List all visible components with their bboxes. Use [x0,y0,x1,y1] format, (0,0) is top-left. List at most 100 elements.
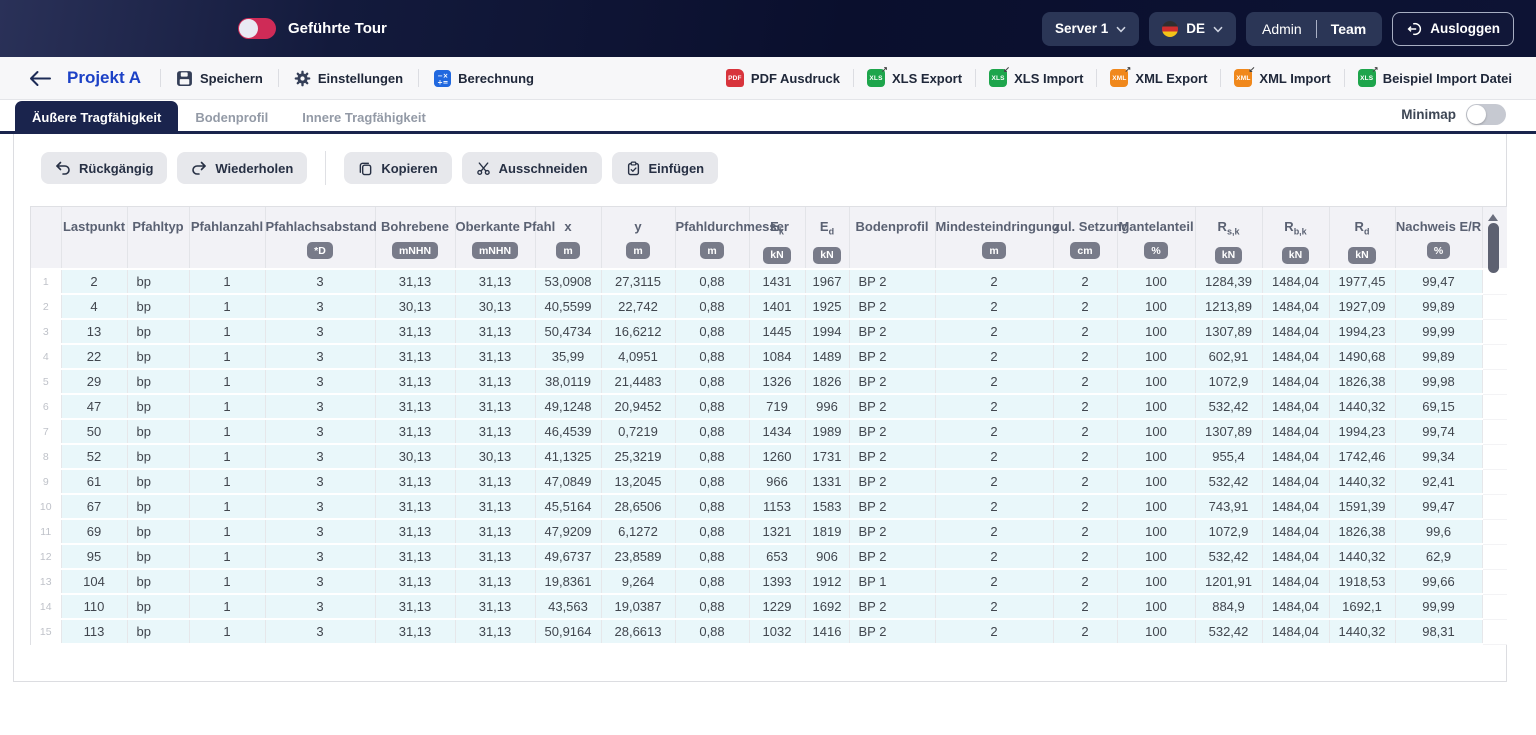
cell-pfahldurchmesser[interactable]: 0,88 [675,319,749,344]
tab-aeussere-tragfaehigkeit[interactable]: Äußere Tragfähigkeit [15,101,178,134]
cell-bohrebene[interactable]: 31,13 [375,344,455,369]
cell-rsk[interactable]: 1307,89 [1195,319,1262,344]
cell-rbk[interactable]: 1484,04 [1262,569,1329,594]
column-header-bohrebene[interactable]: BohrebenemNHN [375,207,455,269]
cell-y[interactable]: 20,9452 [601,394,675,419]
cell-mindesteindringung[interactable]: 2 [935,619,1053,644]
cell-x[interactable]: 49,6737 [535,544,601,569]
cell-ek[interactable]: 1321 [749,519,805,544]
cell-pfahldurchmesser[interactable]: 0,88 [675,344,749,369]
cell-nachweis[interactable]: 99,89 [1395,344,1482,369]
cell-pfahltyp[interactable]: bp [127,594,189,619]
cell-rbk[interactable]: 1484,04 [1262,594,1329,619]
cell-bodenprofil[interactable]: BP 2 [849,419,935,444]
cell-bohrebene[interactable]: 31,13 [375,419,455,444]
cell-pfahlachsabstand[interactable]: 3 [265,444,375,469]
server-select[interactable]: Server 1 [1042,12,1139,46]
cell-pfahldurchmesser[interactable]: 0,88 [675,419,749,444]
cell-x[interactable]: 50,9164 [535,619,601,644]
cell-pfahltyp[interactable]: bp [127,344,189,369]
cell-mindesteindringung[interactable]: 2 [935,269,1053,294]
cell-mantelanteil[interactable]: 100 [1117,519,1195,544]
cell-bohrebene[interactable]: 31,13 [375,319,455,344]
cell-lastpunkt[interactable]: 50 [61,419,127,444]
cell-y[interactable]: 23,8589 [601,544,675,569]
cell-rbk[interactable]: 1484,04 [1262,394,1329,419]
cell-mantelanteil[interactable]: 100 [1117,444,1195,469]
cell-lastpunkt[interactable]: 104 [61,569,127,594]
row-number[interactable]: 6 [31,394,61,419]
cell-rbk[interactable]: 1484,04 [1262,494,1329,519]
cell-bohrebene[interactable]: 31,13 [375,394,455,419]
cell-rbk[interactable]: 1484,04 [1262,369,1329,394]
cell-zul-setzung[interactable]: 2 [1053,569,1117,594]
row-number[interactable]: 2 [31,294,61,319]
cell-mindesteindringung[interactable]: 2 [935,444,1053,469]
row-number[interactable]: 3 [31,319,61,344]
cell-ed[interactable]: 1692 [805,594,849,619]
cell-bohrebene[interactable]: 30,13 [375,444,455,469]
cell-pfahlachsabstand[interactable]: 3 [265,294,375,319]
cell-pfahlanzahl[interactable]: 1 [189,469,265,494]
cell-lastpunkt[interactable]: 113 [61,619,127,644]
column-header-rsk[interactable]: Rs,kkN [1195,207,1262,269]
admin-label[interactable]: Admin [1262,21,1302,37]
column-header-zul-setzung[interactable]: zul. Setzungcm [1053,207,1117,269]
cell-rsk[interactable]: 1072,9 [1195,519,1262,544]
cell-pfahldurchmesser[interactable]: 0,88 [675,569,749,594]
cell-oberkante-pfahl[interactable]: 31,13 [455,594,535,619]
cell-zul-setzung[interactable]: 2 [1053,469,1117,494]
cell-rd[interactable]: 1440,32 [1329,469,1395,494]
cell-mindesteindringung[interactable]: 2 [935,319,1053,344]
cell-mindesteindringung[interactable]: 2 [935,594,1053,619]
cell-zul-setzung[interactable]: 2 [1053,544,1117,569]
team-label[interactable]: Team [1331,21,1367,37]
cell-pfahldurchmesser[interactable]: 0,88 [675,444,749,469]
cell-pfahlanzahl[interactable]: 1 [189,419,265,444]
cell-rd[interactable]: 1591,39 [1329,494,1395,519]
cell-pfahlanzahl[interactable]: 1 [189,269,265,294]
cell-pfahltyp[interactable]: bp [127,319,189,344]
cell-pfahlachsabstand[interactable]: 3 [265,419,375,444]
cell-pfahlanzahl[interactable]: 1 [189,619,265,644]
cell-pfahlanzahl[interactable]: 1 [189,444,265,469]
column-header-pfahldurchmesser[interactable]: Pfahldurchmesserm [675,207,749,269]
cell-pfahltyp[interactable]: bp [127,469,189,494]
cell-y[interactable]: 9,264 [601,569,675,594]
cell-x[interactable]: 47,9209 [535,519,601,544]
column-header-mindesteindringung[interactable]: Mindesteindringungm [935,207,1053,269]
cell-mantelanteil[interactable]: 100 [1117,394,1195,419]
cell-ek[interactable]: 1431 [749,269,805,294]
cell-pfahlachsabstand[interactable]: 3 [265,594,375,619]
cell-ed[interactable]: 1731 [805,444,849,469]
cell-ed[interactable]: 1925 [805,294,849,319]
column-header-nachweis[interactable]: Nachweis E/R% [1395,207,1482,269]
cell-mantelanteil[interactable]: 100 [1117,469,1195,494]
cell-rd[interactable]: 1742,46 [1329,444,1395,469]
cell-y[interactable]: 27,3115 [601,269,675,294]
cell-x[interactable]: 41,1325 [535,444,601,469]
cell-x[interactable]: 47,0849 [535,469,601,494]
cell-pfahldurchmesser[interactable]: 0,88 [675,269,749,294]
cell-mindesteindringung[interactable]: 2 [935,369,1053,394]
cell-oberkante-pfahl[interactable]: 30,13 [455,294,535,319]
cell-mindesteindringung[interactable]: 2 [935,544,1053,569]
cell-bodenprofil[interactable]: BP 2 [849,294,935,319]
cell-mindesteindringung[interactable]: 2 [935,519,1053,544]
cell-nachweis[interactable]: 99,98 [1395,369,1482,394]
cell-zul-setzung[interactable]: 2 [1053,594,1117,619]
tab-bodenprofil[interactable]: Bodenprofil [178,101,285,134]
cell-nachweis[interactable]: 99,99 [1395,594,1482,619]
cell-rsk[interactable]: 1213,89 [1195,294,1262,319]
cell-pfahltyp[interactable]: bp [127,269,189,294]
cell-rd[interactable]: 1440,32 [1329,619,1395,644]
row-number[interactable]: 12 [31,544,61,569]
cell-bohrebene[interactable]: 31,13 [375,469,455,494]
cell-rd[interactable]: 1692,1 [1329,594,1395,619]
cell-rbk[interactable]: 1484,04 [1262,319,1329,344]
cell-rsk[interactable]: 1284,39 [1195,269,1262,294]
settings-button[interactable]: Einstellungen [294,70,403,87]
cell-pfahldurchmesser[interactable]: 0,88 [675,394,749,419]
cell-lastpunkt[interactable]: 29 [61,369,127,394]
row-number[interactable]: 15 [31,619,61,644]
